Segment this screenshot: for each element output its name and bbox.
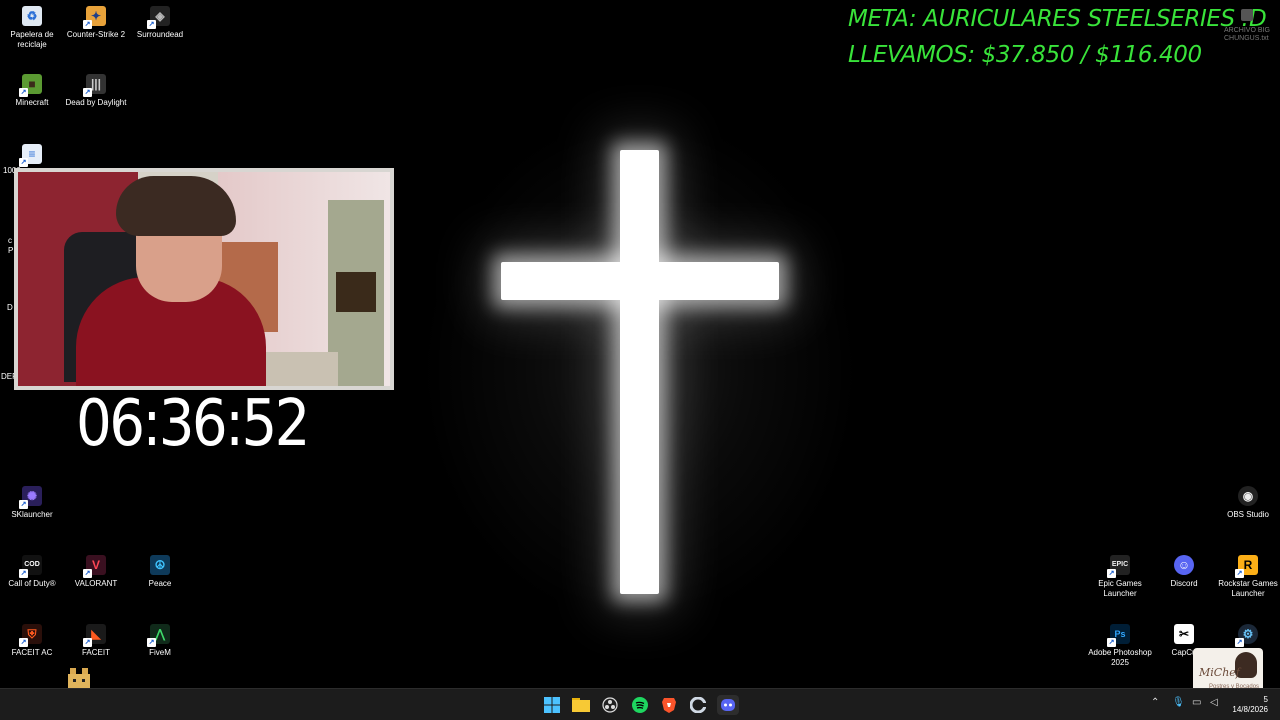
recycle-bin-icon: ♻ [22, 6, 42, 26]
cross-horizontal-bar [501, 262, 779, 300]
desktop-icon-recycle-bin[interactable]: ♻ Papelera de reciclaje [0, 6, 64, 50]
desktop-icon-cs2[interactable]: ✦ Counter-Strike 2 [64, 6, 128, 40]
fivem-icon: ⋀ [147, 624, 170, 647]
desktop-icon-epic[interactable]: EPIC Epic Games Launcher [1088, 555, 1152, 599]
desktop-icon-photoshop[interactable]: Ps Adobe Photoshop 2025 [1088, 624, 1152, 668]
faceit-ac-icon: ⛨ [19, 624, 42, 647]
cs2-icon: ✦ [83, 6, 106, 29]
brave-icon [662, 698, 676, 713]
desktop-icon-label: Adobe Photoshop 2025 [1088, 648, 1152, 667]
partial-label: D [7, 303, 13, 312]
desktop-icon-label: Peace [148, 579, 172, 588]
spotify-icon [632, 697, 648, 713]
partial-label: P [8, 246, 14, 255]
desktop-icon-label: Rockstar Games Launcher [1218, 579, 1278, 598]
desktop-icon-call-of-duty[interactable]: COD Call of Duty® [0, 555, 64, 589]
obs-icon: ◉ [1238, 486, 1258, 506]
desktop-icon-faceit[interactable]: ◣ FACEIT [64, 624, 128, 658]
windows-icon [544, 697, 560, 713]
taskbar-brave[interactable] [658, 695, 680, 715]
stream-timer: 06:36:52 [76, 387, 310, 461]
goal-text: META: AURICULARES STEELSERIES :D [848, 6, 1267, 32]
chevron-up-icon[interactable]: ⌃ [1151, 697, 1159, 708]
desktop-icon-label: FACEIT AC [11, 648, 53, 657]
valorant-icon: V [83, 555, 106, 578]
desktop-icon-rockstar[interactable]: R Rockstar Games Launcher [1216, 555, 1280, 599]
start-button[interactable] [541, 695, 563, 715]
desktop-icon-faceit-ac[interactable]: ⛨ FACEIT AC [0, 624, 64, 658]
desktop-icon-valorant[interactable]: V VALORANT [64, 555, 128, 589]
desktop-icon-peace[interactable]: ☮ Peace [128, 555, 192, 589]
desktop-icon-label: SKlauncher [11, 510, 53, 519]
donation-progress-text: LLEVAMOS: $37.850 / $116.400 [848, 42, 1202, 68]
peace-icon: ☮ [150, 555, 170, 575]
gamepad-icon: ◈ [147, 6, 170, 29]
desktop-icon-discord[interactable]: ☺ Discord [1152, 555, 1216, 589]
minecraft-icon: ■ [19, 74, 42, 97]
desktop-icon-label: FiveM [149, 648, 171, 657]
dbd-icon: ||| [83, 74, 106, 97]
taskbar-spotify[interactable] [629, 695, 651, 715]
faceit-icon: ◣ [83, 624, 106, 647]
desktop-icon-label: Epic Games Launcher [1098, 579, 1142, 598]
desktop-icon-label: Minecraft [15, 98, 49, 107]
desktop-icon-label: Surroundead [136, 30, 184, 39]
cross-vertical-bar [620, 150, 659, 594]
taskbar-file-explorer[interactable] [570, 695, 592, 715]
cod-icon: COD [19, 555, 42, 578]
taskbar-discord[interactable] [717, 695, 739, 715]
sklauncher-icon: ✺ [19, 486, 42, 509]
clock-time: 5 [1263, 695, 1268, 704]
desktop-icon-label: Dead by Daylight [65, 98, 127, 107]
rockstar-icon: R [1235, 555, 1258, 578]
desktop-icon-surroundead[interactable]: ◈ Surroundead [128, 6, 192, 40]
photoshop-icon: Ps [1107, 624, 1130, 647]
file-icon[interactable] [1241, 9, 1253, 21]
clock-date: 14/8/2026 [1232, 705, 1268, 714]
desktop-icon-file[interactable]: ≡ [0, 144, 64, 168]
discord-icon: ☺ [1174, 555, 1194, 575]
epic-icon: EPIC [1107, 555, 1130, 578]
desktop-icon-minecraft[interactable]: ■ Minecraft [0, 74, 64, 108]
taskbar-clock[interactable]: 5 14/8/2026 [1228, 695, 1268, 715]
desktop-icon-label: OBS Studio [1227, 510, 1269, 519]
desktop-icon-label: Papelera de reciclaje [10, 30, 54, 49]
volume-icon[interactable]: ◁ [1210, 697, 1218, 708]
ccleaner-icon [690, 697, 706, 713]
taskbar-ccleaner[interactable] [687, 695, 709, 715]
desktop-icon-steam[interactable]: ⚙ [1216, 624, 1280, 648]
partial-label: c [8, 236, 12, 245]
desktop-icon-obs[interactable]: ◉ OBS Studio [1216, 486, 1280, 520]
webcam-overlay [14, 168, 394, 390]
steam-icon: ⚙ [1235, 624, 1258, 647]
desktop-icon-sklauncher[interactable]: ✺ SKlauncher [0, 486, 64, 520]
folder-icon [572, 698, 590, 712]
microphone-icon[interactable]: 🎙 [1172, 697, 1185, 708]
file-label: ARCHIVO BIG CHUNGUS.txt [1224, 27, 1270, 42]
sticker-title: MiChef [1199, 666, 1240, 679]
obs-icon [602, 697, 618, 713]
desktop-icon-dead-by-daylight[interactable]: ||| Dead by Daylight [64, 74, 128, 108]
taskbar-obs[interactable] [599, 695, 621, 715]
desktop-icon-label: Counter-Strike 2 [66, 30, 126, 39]
desktop-icon-label: FACEIT [81, 648, 110, 657]
taskbar: ⌃ 🎙 ▭ ◁ 5 14/8/2026 [0, 688, 1280, 720]
desktop-icon-label: Call of Duty® [8, 579, 56, 588]
desktop-icon-fivem[interactable]: ⋀ FiveM [128, 624, 192, 658]
network-icon[interactable]: ▭ [1192, 697, 1201, 708]
discord-icon [721, 699, 735, 711]
desktop-icon-label: VALORANT [74, 579, 118, 588]
file-icon: ≡ [19, 144, 42, 167]
capcut-icon: ✂ [1174, 624, 1194, 644]
desktop-icon-label: Discord [1170, 579, 1198, 588]
